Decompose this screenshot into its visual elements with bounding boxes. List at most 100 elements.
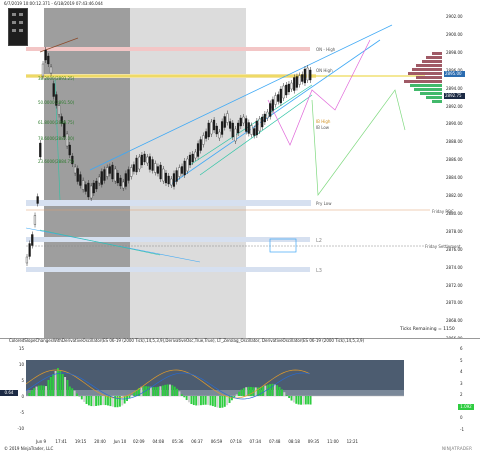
candle <box>154 163 157 173</box>
level-label: IB Low <box>316 125 330 130</box>
oscillator-bar <box>76 393 78 396</box>
oscillator-bar <box>171 385 174 396</box>
oscillator-bar <box>176 388 179 396</box>
time-axis-label: 06:59 <box>210 439 223 444</box>
oscillator-bar <box>80 396 83 400</box>
candle <box>306 67 309 81</box>
candle <box>301 74 304 82</box>
candle <box>277 94 280 102</box>
oscillator-bar <box>290 396 293 401</box>
time-axis-label: 06:37 <box>191 439 203 444</box>
candle <box>103 169 106 181</box>
oscillator-bar <box>221 396 224 408</box>
candle <box>28 243 31 257</box>
oscillator-bar <box>202 396 205 405</box>
oscillator-bar <box>183 396 186 398</box>
candle <box>202 135 205 145</box>
oscillator-bar <box>83 396 86 402</box>
oscillator-bar <box>71 388 74 396</box>
time-axis-label: Jun 9 <box>36 439 47 444</box>
oscillator-bar <box>140 386 143 396</box>
oscillator-bar <box>207 396 210 405</box>
volume-profile-bar <box>408 72 442 75</box>
price-axis-label: 2884.00 <box>446 175 463 181</box>
candle <box>148 156 151 170</box>
candle <box>108 166 111 174</box>
time-axis-label: 19:15 <box>74 439 87 444</box>
candle <box>95 180 98 190</box>
volume-profile-bar <box>412 68 442 71</box>
oscillator-bar <box>35 386 38 396</box>
oscillator-bar <box>180 394 183 396</box>
oscillator-bar <box>52 374 55 396</box>
oscillator-bar <box>297 396 300 405</box>
oscillator-right-axis-label: 5 <box>460 357 463 363</box>
oscillator-bar <box>47 380 50 396</box>
volume-profile-bar <box>404 80 442 83</box>
candle <box>196 143 200 157</box>
oscillator-bar <box>64 377 67 396</box>
price-axis-label: 2888.00 <box>446 139 463 145</box>
candle <box>49 66 53 74</box>
candle <box>89 185 93 199</box>
candle <box>33 215 37 225</box>
oscillator-right-axis-label: 6 <box>460 346 463 351</box>
level-label: ON - High <box>316 47 336 52</box>
candle <box>170 178 173 186</box>
candle <box>282 85 285 99</box>
oscillator-right-axis: 6543210-1 <box>460 344 474 434</box>
candle <box>106 167 109 177</box>
candle <box>231 122 234 138</box>
candle <box>234 128 237 142</box>
fib-label: 61.8000(2889.75) <box>38 120 75 125</box>
oscillator-left-axis: 15 10 5 0 -5 -10 <box>10 344 24 434</box>
oscillator-bar <box>178 391 181 396</box>
oscillator-bar <box>242 388 245 396</box>
oscillator-bar <box>235 394 238 396</box>
candle <box>135 157 138 173</box>
oscillator-bar <box>99 396 102 406</box>
candle <box>298 75 301 85</box>
oscillator-bar <box>185 396 188 401</box>
oscillator-bar <box>102 396 105 405</box>
oscillator-bar <box>266 384 269 396</box>
price-axis[interactable]: 2902.002900.002898.002896.002894.002892.… <box>446 8 480 341</box>
oscillator-left-axis-label: -10 <box>17 426 24 431</box>
volume-profile-bar <box>426 56 442 59</box>
oscillator-bar <box>192 396 195 406</box>
oscillator-bar <box>142 386 145 396</box>
volume-profile-bar <box>432 52 442 55</box>
candle <box>279 88 282 104</box>
candle <box>44 49 47 61</box>
oscillator-bar <box>40 385 43 396</box>
candle <box>159 164 162 180</box>
price-axis-label: 2894.00 <box>446 85 463 91</box>
fib-label: 50.0000(2891.50) <box>38 100 75 105</box>
oscillator-bar <box>42 385 45 396</box>
oscillator-bar <box>288 396 291 399</box>
price-axis-label: 2868.00 <box>446 318 463 324</box>
oscillator-bar <box>195 396 198 406</box>
candle <box>287 83 290 93</box>
candle <box>124 173 127 187</box>
level-label: ON High <box>316 68 333 73</box>
oscillator-bar <box>278 386 281 396</box>
price-axis-label: 2874.00 <box>446 264 463 270</box>
candle <box>151 159 154 171</box>
oscillator-right-axis-label: 3 <box>460 380 463 386</box>
candle <box>188 154 192 166</box>
candle <box>253 128 256 136</box>
candle <box>156 166 159 174</box>
oscillator-chart[interactable] <box>0 344 480 434</box>
oscillator-bar <box>56 368 59 396</box>
candle <box>172 173 176 187</box>
candle <box>274 95 277 105</box>
time-axis[interactable]: Jun 9 17:41 19:15 20:40 Jun 10 02:09 04:08 05:3… <box>26 439 456 445</box>
level-label: L2 <box>316 238 322 244</box>
oscillator-bar <box>28 393 31 396</box>
level-label: Pry Low <box>316 201 332 206</box>
price-axis-label: 2902.00 <box>446 14 463 19</box>
copyright-label: © 2019 NinjaTrader, LLC <box>4 446 54 451</box>
oscillator-bar <box>97 396 100 406</box>
oscillator-bar <box>59 371 62 396</box>
